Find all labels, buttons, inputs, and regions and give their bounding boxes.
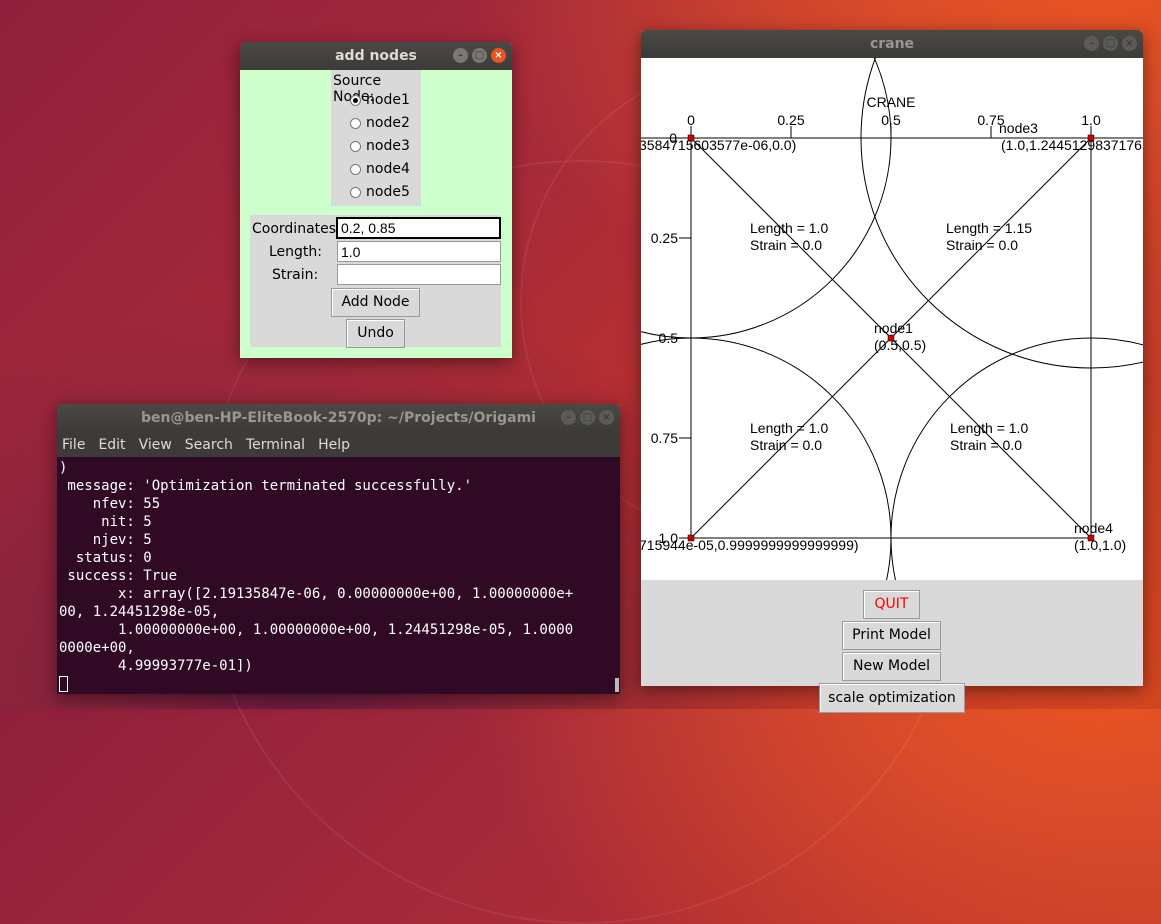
terminal-line: 1.00000000e+00, 1.00000000e+00, 1.244512… (59, 622, 574, 638)
terminal-line: nit: 5 (59, 514, 152, 530)
node-coords: (1.0,1.0) (1074, 537, 1126, 553)
node-coords: (1.0,1.2445129837176 (1001, 137, 1142, 153)
node-coords: 3584715603577e-06,0.0) (641, 137, 796, 153)
terminal-line: 00, 1.24451298e-05, (59, 604, 220, 620)
edge-length: Length = 1.0 (750, 220, 828, 236)
radio-label: node4 (366, 161, 410, 177)
source-node-radio-node5[interactable]: node5 (350, 184, 410, 200)
minimize-icon[interactable]: – (453, 48, 468, 63)
terminal-line: nfev: 55 (59, 496, 161, 512)
radio-indicator-icon (350, 186, 361, 198)
add-nodes-window: add nodes – □ × Source Node: node1node2n… (240, 42, 512, 358)
constraint-circle (641, 58, 892, 339)
edge-length: Length = 1.0 (750, 420, 828, 436)
maximize-icon[interactable]: □ (1103, 36, 1118, 51)
crane-window: crane – □ × CRANE 0 0.25 0.5 0.75 1.0 0 … (641, 30, 1143, 713)
maximize-icon[interactable]: □ (472, 48, 487, 63)
crane-titlebar[interactable]: crane – □ × (641, 30, 1143, 58)
minimize-icon[interactable]: – (1084, 36, 1099, 51)
radio-label: node3 (366, 138, 410, 154)
x-tick-label: 0.25 (777, 112, 804, 128)
close-icon[interactable]: × (1122, 36, 1137, 51)
terminal-titlebar[interactable]: ben@ben-HP-EliteBook-2570p: ~/Projects/O… (57, 404, 620, 432)
edge-strain: Strain = 0.0 (946, 237, 1018, 253)
terminal-line: x: array([2.19135847e-06, 0.00000000e+00… (59, 586, 574, 602)
minimize-icon[interactable]: – (561, 410, 576, 425)
terminal-line: status: 0 (59, 550, 152, 566)
window-title: crane (869, 36, 915, 52)
quit-button[interactable]: QUIT (863, 590, 920, 619)
radio-indicator-icon (350, 163, 361, 175)
source-node-radio-node4[interactable]: node4 (350, 161, 410, 177)
node-coords: (0.5,0.5) (874, 337, 926, 353)
node-label: node3 (999, 120, 1038, 136)
terminal-output[interactable]: ) message: 'Optimization terminated succ… (57, 457, 620, 694)
radio-indicator-icon (350, 140, 361, 152)
menu-item-search[interactable]: Search (185, 437, 233, 453)
terminal-line: 4.99993777e-01]) (59, 658, 253, 674)
source-node-radio-node3[interactable]: node3 (350, 138, 410, 154)
terminal-line: njev: 5 (59, 532, 152, 548)
terminal-line: message: 'Optimization terminated succes… (59, 478, 473, 494)
coordinates-input[interactable] (336, 217, 501, 239)
radio-label: node2 (366, 115, 410, 131)
y-tick-label: 0.75 (651, 430, 678, 446)
form-panel: Coordinates: Length: Strain: Add Node Un… (250, 215, 501, 348)
scrollbar[interactable] (615, 678, 619, 692)
length-label: Length: (269, 244, 323, 260)
node-coords: 715944e-05,0.9999999999999999) (641, 537, 859, 553)
canvas-title: CRANE (866, 94, 915, 110)
source-node-radio-node2[interactable]: node2 (350, 115, 410, 131)
edge-length: Length = 1.0 (950, 420, 1028, 436)
close-icon[interactable]: × (491, 48, 506, 63)
add-nodes-body: Source Node: node1node2node3node4node5 C… (240, 70, 512, 358)
source-node-radio-node1[interactable]: node1 (350, 92, 410, 108)
radio-indicator-icon (350, 94, 361, 106)
terminal-line: success: True (59, 568, 178, 584)
menu-item-help[interactable]: Help (318, 437, 350, 453)
edge-strain: Strain = 0.0 (950, 437, 1022, 453)
add-nodes-titlebar[interactable]: add nodes – □ × (240, 42, 512, 70)
menu-item-terminal[interactable]: Terminal (246, 437, 305, 453)
x-tick-label: 0.5 (881, 112, 901, 128)
length-input[interactable] (337, 241, 501, 262)
terminal-line: ) (59, 460, 68, 476)
coordinates-label: Coordinates: (252, 221, 341, 237)
radio-label: node1 (366, 92, 410, 108)
terminal-line: 0000e+00, (59, 640, 135, 656)
node-label: node1 (874, 320, 913, 336)
edge-strain: Strain = 0.0 (750, 437, 822, 453)
node-label: node4 (1074, 520, 1113, 536)
x-tick-label: 1.0 (1081, 112, 1101, 128)
close-icon[interactable]: × (599, 410, 614, 425)
menu-item-view[interactable]: View (139, 437, 172, 453)
undo-button[interactable]: Undo (346, 319, 405, 348)
y-tick-label: 0.5 (659, 330, 679, 346)
terminal-window: ben@ben-HP-EliteBook-2570p: ~/Projects/O… (57, 404, 620, 694)
window-title: add nodes (335, 48, 417, 64)
source-node-panel: Source Node: node1node2node3node4node5 (331, 70, 421, 206)
crane-canvas[interactable]: CRANE 0 0.25 0.5 0.75 1.0 0 0.25 0.5 0.7… (641, 58, 1143, 580)
radio-indicator-icon (350, 117, 361, 129)
y-tick-label: 0.25 (651, 230, 678, 246)
menu-item-file[interactable]: File (62, 437, 85, 453)
terminal-menubar: File Edit View Search Terminal Help (57, 432, 620, 457)
print-model-button[interactable]: Print Model (842, 621, 941, 650)
maximize-icon[interactable]: □ (580, 410, 595, 425)
edge-strain: Strain = 0.0 (750, 237, 822, 253)
edge-length: Length = 1.15 (946, 220, 1032, 236)
new-model-button[interactable]: New Model (842, 652, 941, 681)
x-tick-label: 0 (687, 112, 695, 128)
strain-input[interactable] (337, 264, 501, 285)
crane-body: CRANE 0 0.25 0.5 0.75 1.0 0 0.25 0.5 0.7… (641, 58, 1143, 713)
window-title: ben@ben-HP-EliteBook-2570p: ~/Projects/O… (141, 410, 536, 426)
menu-item-edit[interactable]: Edit (98, 437, 125, 453)
add-node-button[interactable]: Add Node (331, 288, 420, 317)
strain-label: Strain: (272, 267, 319, 283)
radio-label: node5 (366, 184, 410, 200)
terminal-cursor (59, 676, 68, 692)
